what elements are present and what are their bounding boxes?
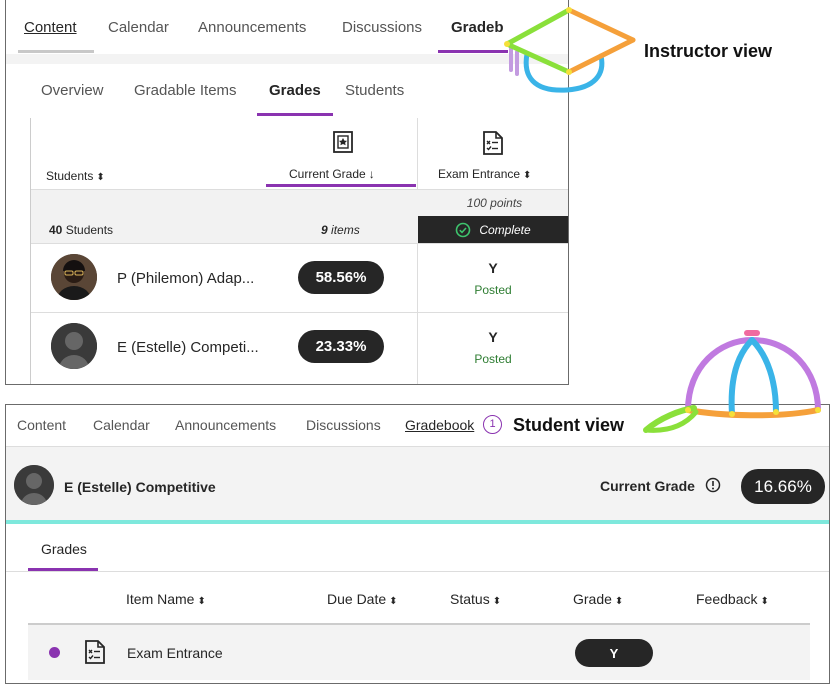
- nav-tab-gradebook[interactable]: Gradebook: [405, 417, 474, 433]
- current-grade-label: Current Grade: [600, 478, 695, 494]
- grades-subtab-underline: [257, 113, 333, 116]
- due-date-header-label: Due Date: [327, 591, 387, 607]
- current-grade-header-label: Current Grade: [289, 167, 366, 181]
- item-name-column-header[interactable]: Item Name ⬍: [126, 591, 206, 607]
- info-icon[interactable]: [705, 477, 721, 493]
- exam-entrance-header-label: Exam Entrance: [438, 167, 521, 181]
- current-grade-pill[interactable]: 58.56%: [298, 261, 384, 294]
- sort-icon: ⬍: [197, 596, 206, 607]
- graduation-cap-icon: [504, 7, 636, 93]
- student-view-caption: Student view: [513, 415, 625, 435]
- due-date-column-header[interactable]: Due Date ⬍: [327, 591, 398, 607]
- student-row: P (Philemon) Adap... 58.56% Y Posted: [31, 244, 568, 313]
- exam-grade-value[interactable]: Y: [418, 329, 568, 345]
- items-count: 9 items: [321, 223, 360, 237]
- student-count: 40 Students: [49, 223, 113, 237]
- avatar: [51, 254, 97, 300]
- student-header: E (Estelle) Competitive Current Grade 16…: [6, 447, 829, 521]
- sub-tabs-bar: Overview Gradable Items Grades Students: [6, 64, 568, 118]
- item-name-header-label: Item Name: [126, 591, 195, 607]
- nav-tab-discussions[interactable]: Discussions: [306, 417, 381, 433]
- nav-tab-content[interactable]: Content: [17, 417, 66, 433]
- student-count-label: Students: [62, 223, 114, 237]
- user-name: E (Estelle) Competitive: [64, 479, 216, 495]
- sort-icon: ⬍: [614, 596, 624, 607]
- exam-grade-value[interactable]: Y: [418, 260, 568, 276]
- grade-item-row[interactable]: Exam Entrance Y: [28, 625, 810, 680]
- students-header-label: Students: [46, 169, 94, 183]
- exam-points: 100 points: [466, 196, 523, 210]
- nav-tab-calendar[interactable]: Calendar: [108, 19, 169, 36]
- grade-column-header[interactable]: Grade ⬍: [573, 591, 623, 607]
- grades-table-header: Item Name ⬍ Due Date ⬍ Status ⬍ Grade ⬍ Feed…: [28, 573, 810, 625]
- nav-tab-announcements[interactable]: Announcements: [175, 417, 276, 433]
- tab-grades[interactable]: Grades: [41, 541, 87, 557]
- nav-tab-announcements[interactable]: Announcements: [198, 19, 306, 36]
- content-tab-underline: [18, 50, 94, 53]
- nav-tab-calendar[interactable]: Calendar: [93, 417, 150, 433]
- grades-grid: Students ⬍ Current Grade ↓ Exam Entrance ⬍ …: [30, 118, 568, 384]
- unread-badge: 1: [483, 415, 502, 434]
- exam-entrance-column-header[interactable]: Exam Entrance ⬍: [438, 167, 531, 181]
- default-avatar-icon: [14, 465, 54, 505]
- exam-grade-status: Posted: [474, 283, 512, 297]
- sort-icon: ⬍: [523, 170, 532, 181]
- subtab-students[interactable]: Students: [345, 82, 404, 99]
- student-name[interactable]: P (Philemon) Adap...: [117, 270, 254, 287]
- instructor-view-caption: Instructor view: [644, 41, 773, 61]
- grade-header-label: Grade: [573, 591, 612, 607]
- tab-divider: [6, 571, 829, 572]
- current-grade-column-header[interactable]: Current Grade ↓: [289, 167, 375, 181]
- student-row: E (Estelle) Competi... 23.33% Y Posted: [31, 313, 568, 384]
- avatar: [14, 465, 54, 505]
- grade-pill[interactable]: Y: [575, 639, 653, 667]
- unread-dot-icon: [49, 647, 60, 658]
- exam-grade-status: Posted: [474, 352, 512, 366]
- teal-divider: [6, 520, 829, 524]
- complete-status-cell[interactable]: Complete: [418, 216, 568, 243]
- student-view-panel: Content Calendar Announcements Discussio…: [5, 404, 830, 684]
- student-name[interactable]: E (Estelle) Competi...: [117, 339, 259, 356]
- current-grade-pill[interactable]: 16.66%: [741, 469, 825, 504]
- points-row: 100 points: [31, 189, 568, 217]
- exam-document-icon: [85, 640, 105, 664]
- instructor-view-panel: Content Calendar Announcements Discussio…: [5, 0, 569, 385]
- sort-icon: ⬍: [96, 172, 105, 183]
- status-header-label: Status: [450, 591, 490, 607]
- complete-status-label: Complete: [479, 222, 531, 237]
- baseball-cap-icon: [643, 330, 821, 433]
- default-avatar-icon: [51, 323, 97, 369]
- item-name[interactable]: Exam Entrance: [127, 645, 223, 661]
- current-grade-pill[interactable]: 23.33%: [298, 330, 384, 363]
- sort-desc-icon: ↓: [368, 167, 375, 181]
- nav-tab-content[interactable]: Content: [24, 19, 77, 36]
- subtab-overview[interactable]: Overview: [41, 82, 104, 99]
- course-nav-bar: Content Calendar Announcements Discussio…: [6, 0, 568, 54]
- check-circle-icon: [456, 222, 471, 237]
- exam-document-icon: [483, 131, 503, 155]
- students-column-header[interactable]: Students ⬍: [46, 169, 105, 183]
- sort-icon: ⬍: [492, 596, 502, 607]
- feedback-column-header[interactable]: Feedback ⬍: [696, 591, 769, 607]
- items-count-label: items: [327, 223, 360, 237]
- sort-icon: ⬍: [389, 596, 398, 607]
- avatar: [51, 323, 97, 369]
- subtab-gradable-items[interactable]: Gradable Items: [134, 82, 237, 99]
- current-grade-sort-underline: [266, 184, 416, 187]
- student-photo-icon: [51, 254, 97, 300]
- subtab-grades[interactable]: Grades: [269, 82, 321, 99]
- status-column-header[interactable]: Status ⬍: [450, 591, 501, 607]
- feedback-header-label: Feedback: [696, 591, 758, 607]
- summary-row: 40 Students 9 items Complete: [31, 216, 568, 244]
- nav-tab-discussions[interactable]: Discussions: [342, 19, 422, 36]
- student-count-number: 40: [49, 223, 63, 237]
- sort-icon: ⬍: [760, 596, 769, 607]
- gradebook-header-area: Overview Gradable Items Grades Students: [6, 54, 568, 118]
- items-count-number: 9: [321, 223, 328, 237]
- current-grade-icon: [333, 131, 353, 153]
